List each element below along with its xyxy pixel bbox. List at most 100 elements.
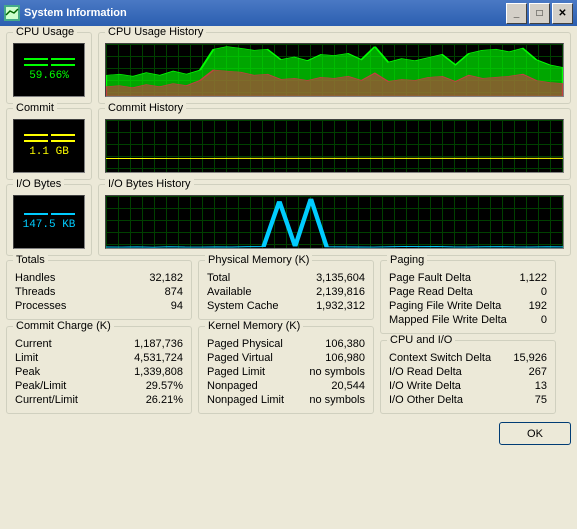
stat-row: I/O Other Delta75 <box>387 393 549 407</box>
ok-button[interactable]: OK <box>499 422 571 445</box>
stat-value: 13 <box>535 380 547 392</box>
stat-value: 2,139,816 <box>316 286 365 298</box>
stat-row: Handles 32,182 <box>13 271 185 285</box>
kernel-memory-group: Kernel Memory (K) Paged Physical106,380P… <box>198 326 374 414</box>
stat-value: 1,122 <box>519 272 547 284</box>
stat-value: 267 <box>529 366 547 378</box>
cpu-history-graph <box>105 43 564 97</box>
stat-value: 1,339,808 <box>134 366 183 378</box>
stat-label: Paging File Write Delta <box>389 300 501 312</box>
stat-value: 3,135,604 <box>316 272 365 284</box>
stat-row: Paged Limit no symbols <box>205 365 367 379</box>
maximize-button[interactable]: □ <box>529 3 550 24</box>
stat-row: Page Read Delta 0 <box>387 285 549 299</box>
stat-row: Mapped File Write Delta 0 <box>387 313 549 327</box>
stat-label: Mapped File Write Delta <box>389 314 507 326</box>
stat-row: Peak/Limit 29.57% <box>13 379 185 393</box>
stat-label: Total <box>207 272 230 284</box>
stat-label: Paged Virtual <box>207 352 273 364</box>
stat-row: Limit4,531,724 <box>13 351 185 365</box>
stat-label: Nonpaged Limit <box>207 394 284 406</box>
group-title: Commit Charge (K) <box>13 320 114 332</box>
minimize-button[interactable]: _ <box>506 3 527 24</box>
window-title: System Information <box>24 7 127 19</box>
stat-value: no symbols <box>309 366 365 378</box>
stat-value: 106,380 <box>325 338 365 350</box>
stat-label: Page Fault Delta <box>389 272 471 284</box>
stat-label: Available <box>207 286 251 298</box>
group-title: CPU Usage <box>13 26 77 38</box>
stat-row: Available 2,139,816 <box>205 285 367 299</box>
cpu-gauge: 59.66% <box>13 43 85 97</box>
stat-row: Processes 94 <box>13 299 185 313</box>
stat-label: I/O Write Delta <box>389 380 461 392</box>
io-history-graph <box>105 195 564 249</box>
titlebar[interactable]: System Information _ □ ✕ <box>0 0 577 26</box>
stat-value: 192 <box>529 300 547 312</box>
stat-row: Page Fault Delta 1,122 <box>387 271 549 285</box>
commit-history-group: Commit History <box>98 108 571 180</box>
close-button[interactable]: ✕ <box>552 3 573 24</box>
stat-label: Current/Limit <box>15 394 78 406</box>
cpu-io-group: CPU and I/O Context Switch Delta15,926I/… <box>380 340 556 414</box>
paging-group: Paging Page Fault Delta1,122Page Read De… <box>380 260 556 334</box>
group-title: Paging <box>387 254 427 266</box>
stat-row: Current/Limit26.21% <box>13 393 185 407</box>
stat-label: Page Read Delta <box>389 286 473 298</box>
stat-label: Paged Limit <box>207 366 265 378</box>
stat-row: Threads 874 <box>13 285 185 299</box>
io-gauge-group: I/O Bytes 147.5 KB <box>6 184 92 256</box>
stat-label: Peak <box>15 366 40 378</box>
stat-label: I/O Read Delta <box>389 366 462 378</box>
stat-label: Handles <box>15 272 55 284</box>
stat-value: 0 <box>541 314 547 326</box>
stat-row: Current 1,187,736 <box>13 337 185 351</box>
stat-row: Peak 1,339,808 <box>13 365 185 379</box>
commit-charge-group: Commit Charge (K) Current1,187,736Limit4… <box>6 326 192 414</box>
group-title: CPU and I/O <box>387 334 455 346</box>
stat-label: Limit <box>15 352 38 364</box>
stat-value: 29.57% <box>146 380 183 392</box>
stat-row: Nonpaged 20,544 <box>205 379 367 393</box>
stat-row: Paged Physical 106,380 <box>205 337 367 351</box>
stat-value: 0 <box>541 286 547 298</box>
io-history-group: I/O Bytes History <box>98 184 571 256</box>
stat-value: 20,544 <box>331 380 365 392</box>
group-title: Commit History <box>105 102 186 114</box>
stat-label: Threads <box>15 286 55 298</box>
stat-label: Peak/Limit <box>15 380 66 392</box>
stat-row: System Cache 1,932,312 <box>205 299 367 313</box>
group-title: Commit <box>13 102 57 114</box>
stat-row: I/O Write Delta 13 <box>387 379 549 393</box>
commit-gauge: 1.1 GB <box>13 119 85 173</box>
stat-label: Context Switch Delta <box>389 352 491 364</box>
stat-value: 106,980 <box>325 352 365 364</box>
commit-history-graph <box>105 119 564 173</box>
stat-row: Nonpaged Limit no symbols <box>205 393 367 407</box>
cpu-usage-gauge-group: CPU Usage 59.66% <box>6 32 92 104</box>
stat-label: Current <box>15 338 52 350</box>
cpu-history-group: CPU Usage History <box>98 32 571 104</box>
app-icon <box>4 5 20 21</box>
group-title: Kernel Memory (K) <box>205 320 303 332</box>
group-title: Physical Memory (K) <box>205 254 312 266</box>
stat-value: 1,932,312 <box>316 300 365 312</box>
stat-label: I/O Other Delta <box>389 394 463 406</box>
group-title: CPU Usage History <box>105 26 206 38</box>
cpu-gauge-value: 59.66% <box>29 70 69 82</box>
stat-row: I/O Read Delta 267 <box>387 365 549 379</box>
stat-label: System Cache <box>207 300 279 312</box>
commit-gauge-group: Commit 1.1 GB <box>6 108 92 180</box>
totals-group: Totals Handles32,182Threads874Processes9… <box>6 260 192 320</box>
io-gauge: 147.5 KB <box>13 195 85 249</box>
stat-value: 874 <box>165 286 183 298</box>
stat-label: Nonpaged <box>207 380 258 392</box>
stat-value: 94 <box>171 300 183 312</box>
stat-label: Processes <box>15 300 66 312</box>
stat-value: 1,187,736 <box>134 338 183 350</box>
stat-value: no symbols <box>309 394 365 406</box>
stat-label: Paged Physical <box>207 338 283 350</box>
group-title: I/O Bytes <box>13 178 64 190</box>
commit-gauge-value: 1.1 GB <box>29 146 69 158</box>
stat-value: 32,182 <box>149 272 183 284</box>
